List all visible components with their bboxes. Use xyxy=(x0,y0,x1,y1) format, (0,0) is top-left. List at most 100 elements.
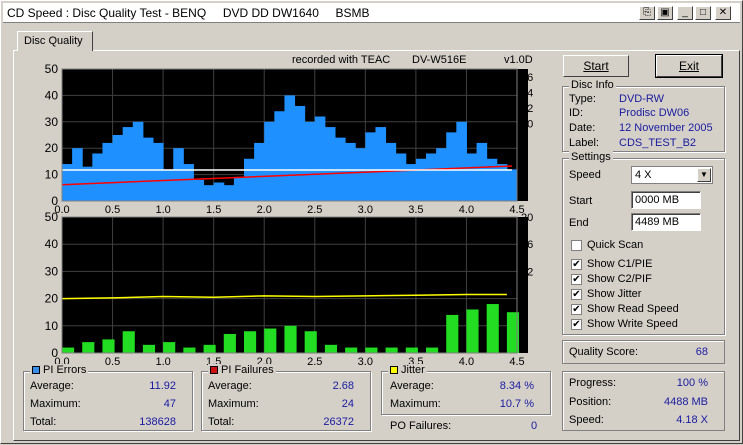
progress-panel: Progress: 100 % Position: 4488 MB Speed:… xyxy=(562,371,725,431)
quality-score: 68 xyxy=(695,346,708,358)
quality-panel: Quality Score: 68 xyxy=(562,340,725,364)
series-pi-failures-bar xyxy=(486,304,499,353)
x-tick-label: 1.0 xyxy=(155,204,170,216)
exit-button[interactable]: Exit xyxy=(655,54,723,78)
y2-tick-label: 4 xyxy=(521,321,527,333)
pi-errors-color-swatch xyxy=(32,366,40,374)
id-label: ID: xyxy=(569,107,584,119)
series-pi-failures-bar xyxy=(183,347,196,353)
checkbox-box[interactable]: ✔ xyxy=(571,318,582,330)
checkbox-show-jitter[interactable]: ✔ Show Jitter xyxy=(571,288,641,300)
pie-total-label: Total: xyxy=(30,416,57,428)
checkbox-quick-scan[interactable]: Quick Scan xyxy=(571,239,643,251)
disc-id: Prodisc DW06 xyxy=(619,107,690,119)
checkbox-box[interactable]: ✔ xyxy=(571,288,582,300)
series-pi-errors-bar xyxy=(274,111,285,201)
speed-value-result: 4.18 X xyxy=(676,414,708,426)
position-value: 4488 MB xyxy=(663,396,708,408)
x-tick-label: 0.5 xyxy=(105,356,120,368)
speed-label: Speed xyxy=(569,169,601,181)
series-pi-errors-bar xyxy=(233,177,245,201)
y-tick-label: 20 xyxy=(45,141,59,155)
series-pi-errors-bar xyxy=(264,121,275,201)
series-pi-failures-bar xyxy=(223,333,236,353)
checkbox-show-read-speed[interactable]: ✔ Show Read Speed xyxy=(571,303,679,315)
series-pi-errors-bar xyxy=(486,158,498,201)
chevron-down-icon[interactable]: ▼ xyxy=(697,168,711,182)
y2-tick-label: 2 xyxy=(521,180,527,192)
series-pi-errors-bar xyxy=(466,153,478,201)
pif-total: 26372 xyxy=(323,416,354,428)
label-label: Label: xyxy=(569,137,599,149)
series-pi-errors-bar xyxy=(314,116,326,201)
series-pi-errors-bar xyxy=(395,153,407,201)
app-window: CD Speed : Disc Quality Test - BENQ DVD … xyxy=(0,0,743,444)
pie-avg: 11.92 xyxy=(149,380,176,392)
speed-select[interactable]: 4 X ▼ xyxy=(631,166,713,184)
series-pi-failures-bar xyxy=(122,331,135,353)
series-pi-failures-bar xyxy=(446,314,459,353)
checkbox-show-c2-pif[interactable]: ✔ Show C2/PIF xyxy=(571,273,652,285)
series-pi-failures-bar xyxy=(163,342,176,353)
checkbox-show-write-speed[interactable]: ✔ Show Write Speed xyxy=(571,318,678,330)
series-pi-errors-bar xyxy=(294,105,306,201)
pi-failures-group: PI Failures Average: 2.68 Maximum: 24 To… xyxy=(201,364,371,431)
checkbox-box[interactable]: ✔ xyxy=(571,303,582,315)
series-pi-failures-bar xyxy=(102,339,115,353)
y2-tick-label: 4 xyxy=(521,165,527,177)
po-failures-value: 0 xyxy=(531,420,538,432)
series-pi-failures-bar xyxy=(405,347,418,353)
recorded-label: recorded with TEAC xyxy=(292,54,390,66)
checkbox-box[interactable]: ✔ xyxy=(571,273,582,285)
series-pi-errors-bar xyxy=(456,121,467,201)
jitter-avg-label: Average: xyxy=(390,380,434,392)
y-tick-label: 30 xyxy=(45,115,59,129)
jitter-title: Jitter xyxy=(401,364,425,376)
jitter-max: 10.7 % xyxy=(499,398,534,410)
x-tick-label: 1.5 xyxy=(206,204,221,216)
pi-failures-title: PI Failures xyxy=(221,364,274,376)
checkbox-label: Show Jitter xyxy=(587,288,642,300)
series-pi-errors-bar xyxy=(506,169,518,201)
y2-tick-label: 6 xyxy=(521,149,527,161)
start-button[interactable]: Start xyxy=(563,55,629,77)
series-pi-failures-bar xyxy=(324,344,338,353)
series-pi-failures-bar xyxy=(365,347,378,353)
series-pi-errors-bar xyxy=(324,127,336,201)
series-pi-errors-bar xyxy=(436,148,447,201)
series-pi-failures-bar xyxy=(385,347,398,353)
checkbox-show-c1-pie[interactable]: ✔ Show C1/PIE xyxy=(571,258,652,270)
checkbox-box[interactable] xyxy=(571,239,582,251)
pif-total-label: Total: xyxy=(208,416,235,428)
y-tick-label: 10 xyxy=(45,168,59,182)
po-failures-label: PO Failures: xyxy=(390,420,452,432)
series-pi-errors-bar xyxy=(254,142,265,201)
disc-label: CDS_TEST_B2 xyxy=(619,137,697,149)
series-pi-errors-bar xyxy=(173,148,184,201)
series-pi-errors-bar xyxy=(122,127,134,201)
y-tick-label: 10 xyxy=(45,319,59,333)
y2-tick-label: 14 xyxy=(521,87,533,99)
start-input[interactable]: 0000 MB xyxy=(631,191,701,209)
x-tick-label: 2.5 xyxy=(307,356,322,368)
x-tick-label: 4.0 xyxy=(459,204,474,216)
pi-errors-group: PI Errors Average: 11.92 Maximum: 47 Tot… xyxy=(23,364,193,431)
jitter-max-label: Maximum: xyxy=(390,398,441,410)
y-tick-label: 30 xyxy=(45,264,59,278)
x-tick-label: 3.0 xyxy=(358,356,373,368)
y2-tick-label: 12 xyxy=(521,103,533,115)
y-tick-label: 40 xyxy=(45,88,59,102)
disc-type: DVD-RW xyxy=(619,93,665,105)
series-pi-errors-bar xyxy=(244,158,255,201)
series-pi-errors-bar xyxy=(415,158,427,201)
pif-avg: 2.68 xyxy=(332,380,354,392)
series-pi-failures-bar xyxy=(244,331,257,353)
series-pi-errors-bar xyxy=(92,153,103,201)
checkbox-box[interactable]: ✔ xyxy=(571,258,582,270)
series-pi-errors-bar xyxy=(213,182,225,201)
x-tick-label: 4.5 xyxy=(509,356,524,368)
end-input[interactable]: 4489 MB xyxy=(631,213,701,231)
x-tick-label: 2.5 xyxy=(307,204,322,216)
x-tick-label: 0.5 xyxy=(105,204,120,216)
tab-disc-quality[interactable]: Disc Quality xyxy=(17,31,93,51)
